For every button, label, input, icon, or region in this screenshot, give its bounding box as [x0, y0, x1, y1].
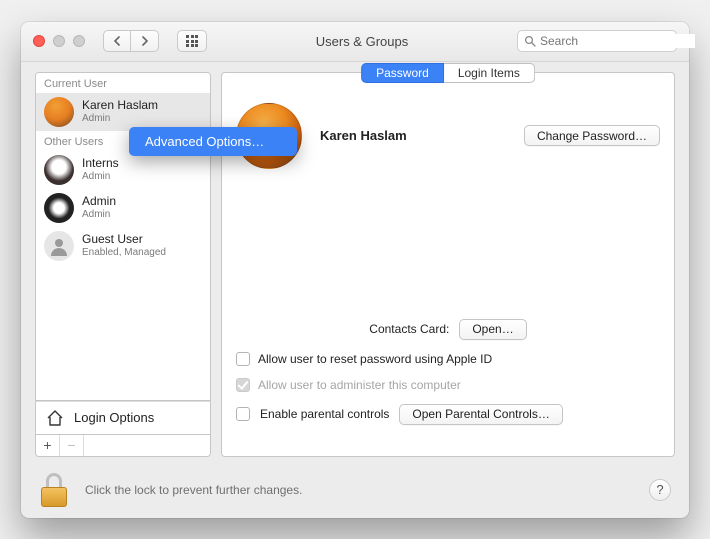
- show-all-button[interactable]: [177, 30, 207, 52]
- tab-login-items[interactable]: Login Items: [444, 63, 535, 83]
- lock-hint-text: Click the lock to prevent further change…: [85, 483, 302, 497]
- user-name: Admin: [82, 195, 116, 208]
- avatar: [44, 193, 74, 223]
- guest-silhouette-icon: [48, 235, 70, 257]
- open-parental-button[interactable]: Open Parental Controls…: [399, 404, 562, 425]
- tab-bar: Password Login Items: [361, 63, 535, 83]
- house-icon: [44, 407, 66, 429]
- login-options-label: Login Options: [74, 410, 154, 425]
- user-name: Interns: [82, 157, 119, 170]
- avatar: [44, 231, 74, 261]
- lock-body-icon: [41, 487, 67, 507]
- close-window-button[interactable]: [33, 35, 45, 47]
- lock-button[interactable]: [39, 473, 69, 507]
- parental-label: Enable parental controls: [260, 407, 389, 421]
- user-header: Karen Haslam Change Password…: [236, 103, 660, 169]
- change-password-button[interactable]: Change Password…: [524, 125, 660, 146]
- nav-buttons: [103, 30, 159, 52]
- allow-reset-checkbox[interactable]: [236, 352, 250, 366]
- minimize-window-button[interactable]: [53, 35, 65, 47]
- add-remove-bar: + −: [35, 435, 211, 457]
- contacts-row: Contacts Card: Open…: [236, 319, 660, 340]
- user-name: Karen Haslam: [82, 99, 158, 112]
- chevron-left-icon: [113, 36, 121, 46]
- user-role: Admin: [82, 113, 158, 124]
- allow-admin-label: Allow user to administer this computer: [258, 378, 461, 392]
- content: Current User Karen Haslam Admin Other Us…: [21, 62, 689, 457]
- user-row-current[interactable]: Karen Haslam Admin: [36, 93, 210, 131]
- add-user-button[interactable]: +: [36, 435, 60, 456]
- footer: Click the lock to prevent further change…: [21, 462, 689, 518]
- prefs-window: Users & Groups Current User Karen Haslam…: [21, 22, 689, 518]
- grid-icon: [186, 35, 198, 47]
- window-controls: [33, 35, 85, 47]
- avatar: [44, 97, 74, 127]
- user-role: Enabled, Managed: [82, 247, 166, 258]
- allow-admin-checkbox: [236, 378, 250, 392]
- user-row[interactable]: Interns Admin: [36, 151, 210, 189]
- zoom-window-button[interactable]: [73, 35, 85, 47]
- search-field[interactable]: [517, 30, 677, 52]
- user-display-name: Karen Haslam: [320, 128, 506, 143]
- allow-reset-row: Allow user to reset password using Apple…: [236, 352, 660, 366]
- context-menu: Advanced Options…: [129, 127, 297, 156]
- user-name: Guest User: [82, 233, 166, 246]
- open-contacts-button[interactable]: Open…: [459, 319, 526, 340]
- search-input[interactable]: [540, 34, 695, 48]
- titlebar: Users & Groups: [21, 22, 689, 62]
- login-options-row[interactable]: Login Options: [35, 401, 211, 435]
- user-role: Admin: [82, 171, 119, 182]
- user-role: Admin: [82, 209, 116, 220]
- window-title: Users & Groups: [217, 34, 507, 49]
- back-button[interactable]: [103, 30, 131, 52]
- forward-button[interactable]: [131, 30, 159, 52]
- chevron-right-icon: [141, 36, 149, 46]
- allow-admin-row: Allow user to administer this computer: [236, 378, 660, 392]
- section-current-user: Current User: [36, 73, 210, 93]
- help-button[interactable]: ?: [649, 479, 671, 501]
- user-row[interactable]: Guest User Enabled, Managed: [36, 227, 210, 265]
- contacts-label: Contacts Card:: [369, 322, 449, 336]
- tab-password[interactable]: Password: [361, 63, 444, 83]
- search-icon: [524, 35, 536, 47]
- user-row[interactable]: Admin Admin: [36, 189, 210, 227]
- context-menu-item-advanced-options[interactable]: Advanced Options…: [129, 131, 297, 152]
- user-list: Current User Karen Haslam Admin Other Us…: [35, 72, 211, 401]
- avatar: [44, 155, 74, 185]
- parental-checkbox[interactable]: [236, 407, 250, 421]
- allow-reset-label: Allow user to reset password using Apple…: [258, 352, 492, 366]
- remove-user-button[interactable]: −: [60, 435, 84, 456]
- parental-row: Enable parental controls Open Parental C…: [236, 404, 660, 425]
